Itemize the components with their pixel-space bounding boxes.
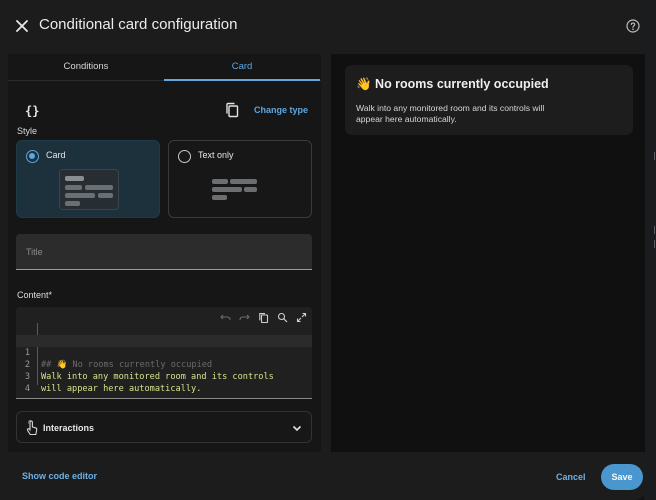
fullscreen-icon: [296, 312, 307, 323]
change-type-button[interactable]: Change type: [254, 105, 308, 115]
content-code-editor[interactable]: 1 ## 👋 No rooms currently occupied 2 Wal…: [16, 307, 312, 399]
background-tick: [649, 152, 655, 160]
interactions-label: Interactions: [43, 423, 95, 433]
background-page-edge: [644, 0, 656, 500]
dialog-title: Conditional card configuration: [39, 16, 238, 33]
editor-tabs: Conditions Card: [8, 54, 321, 81]
code-line: 2 Walk into any monitored room and its c…: [16, 347, 312, 382]
card-type-icon: {}: [25, 104, 40, 118]
card-editor-panel: Conditions Card {} Change type Style Car…: [8, 54, 321, 452]
preview-markdown-card: 👋 No rooms currently occupied Walk into …: [345, 65, 633, 135]
code-line: 1 ## 👋 No rooms currently occupied: [16, 335, 312, 370]
dialog-header: Conditional card configuration: [0, 0, 645, 52]
cancel-button[interactable]: Cancel: [556, 472, 586, 482]
illustration-bar: [65, 176, 84, 181]
background-tick: [649, 226, 655, 234]
illustration-bar: [212, 187, 242, 192]
preview-card-body: Walk into any monitored room and its con…: [356, 103, 545, 124]
illustration-bar: [98, 193, 113, 198]
title-placeholder: Title: [26, 247, 43, 257]
content-label: Content*: [17, 290, 53, 300]
background-tick: [649, 240, 655, 248]
copy-code-button[interactable]: [257, 311, 270, 324]
illustration-bar: [65, 201, 80, 206]
preview-card-title: 👋 No rooms currently occupied: [356, 77, 549, 91]
undo-button[interactable]: [219, 311, 232, 324]
card-preview-panel: 👋 No rooms currently occupied Walk into …: [331, 54, 645, 452]
style-label: Style: [17, 126, 38, 136]
help-icon: [626, 19, 640, 33]
line-number: 4: [24, 384, 30, 394]
tab-conditions[interactable]: Conditions: [8, 54, 164, 81]
style-option-label: Card: [46, 150, 66, 160]
show-code-editor-button[interactable]: Show code editor: [22, 471, 97, 481]
code-toolbar: [219, 311, 308, 324]
gesture-tap-icon: [26, 420, 38, 436]
illustration-bar: [65, 185, 82, 190]
close-icon: [16, 20, 28, 32]
style-option-label: Text only: [198, 150, 234, 160]
fullscreen-button[interactable]: [295, 311, 308, 324]
dialog: Conditional card configuration Condition…: [0, 0, 645, 500]
search-replace-button[interactable]: [276, 311, 289, 324]
illustration-bar: [85, 185, 113, 190]
undo-icon: [220, 314, 231, 321]
style-option-card[interactable]: Card: [16, 140, 160, 218]
redo-icon: [239, 314, 250, 321]
chevron-down-icon: [292, 425, 302, 432]
code-line: 4: [16, 371, 312, 394]
illustration-bar: [212, 195, 227, 200]
radio-text-only[interactable]: [178, 150, 191, 163]
code-lines: 1 ## 👋 No rooms currently occupied 2 Wal…: [16, 335, 312, 394]
search-replace-icon: [277, 312, 288, 323]
copy-icon[interactable]: [224, 102, 240, 118]
illustration-bar: [230, 179, 257, 184]
redo-button[interactable]: [238, 311, 251, 324]
code-line: 3 will appear here automatically.: [16, 359, 312, 394]
copy-icon: [259, 313, 269, 323]
style-option-text-only[interactable]: Text only: [168, 140, 312, 218]
tab-card[interactable]: Card: [164, 54, 320, 81]
illustration-bar: [244, 187, 257, 192]
save-button[interactable]: Save: [601, 464, 643, 490]
close-button[interactable]: [10, 14, 34, 38]
editor-content: {} Change type Style Card Text only Titl…: [8, 83, 321, 452]
help-button[interactable]: [622, 15, 644, 37]
illustration-bar: [65, 193, 95, 198]
illustration-bar: [212, 179, 228, 184]
title-input[interactable]: Title: [16, 234, 312, 270]
radio-card[interactable]: [26, 150, 39, 163]
card-style-illustration: [59, 169, 119, 210]
interactions-expander[interactable]: Interactions: [16, 411, 312, 443]
